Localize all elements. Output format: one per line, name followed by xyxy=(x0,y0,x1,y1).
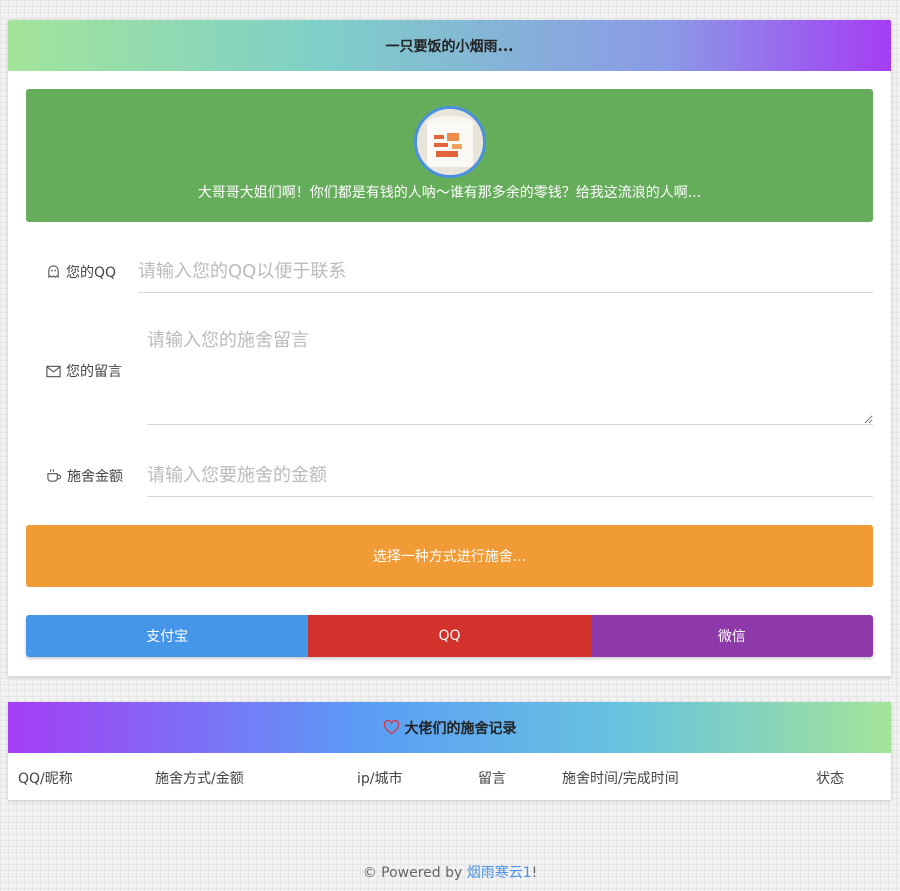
column-method-amount: 施舍方式/金额 xyxy=(155,771,244,787)
alipay-button-label: 支付宝 xyxy=(146,629,189,645)
amount-label: 施舍金额 xyxy=(46,454,123,497)
records-panel: 大佬们的施舍记录 QQ/昵称 施舍方式/金额 ip/城市 留言 施舍时间/完成时… xyxy=(8,702,891,800)
ghost-icon xyxy=(48,265,59,278)
donation-panel: 一只要饭的小烟雨... 大哥哥大姐们啊！你们都是有钱的人呐～谁有那多余的零钱？给… xyxy=(8,20,891,676)
records-header: 大佬们的施舍记录 xyxy=(8,702,891,753)
footer-author-link[interactable]: 烟雨寒云1 xyxy=(467,865,532,881)
column-qq-nickname: QQ/昵称 xyxy=(18,771,73,787)
wechat-pay-button-label: 微信 xyxy=(717,629,746,645)
greeting-banner: 大哥哥大姐们啊！你们都是有钱的人呐～谁有那多余的零钱？给我这流浪的人啊... xyxy=(26,89,873,222)
mug-photo-icon xyxy=(413,106,486,178)
amount-label-text: 施舍金额 xyxy=(67,468,123,485)
records-title: 大佬们的施舍记录 xyxy=(404,720,517,737)
amount-input[interactable] xyxy=(147,454,873,497)
qq-input[interactable] xyxy=(138,250,873,293)
wechat-pay-button[interactable]: 微信 xyxy=(590,615,873,657)
column-status: 状态 xyxy=(816,771,844,787)
envelope-icon xyxy=(46,365,61,377)
message-input[interactable] xyxy=(147,317,873,425)
footer: © Powered by 烟雨寒云1! xyxy=(0,862,900,882)
qq-label-text: 您的QQ xyxy=(66,264,117,281)
qq-pay-button-label: QQ xyxy=(438,628,461,644)
payment-buttons: 支付宝 QQ 微信 xyxy=(26,615,873,657)
alipay-button[interactable]: 支付宝 xyxy=(26,615,309,657)
column-time: 施舍时间/完成时间 xyxy=(562,771,679,787)
column-ip-city: ip/城市 xyxy=(357,771,403,787)
qq-label: 您的QQ xyxy=(46,250,116,293)
records-table-header: QQ/昵称 施舍方式/金额 ip/城市 留言 施舍时间/完成时间 状态 xyxy=(8,753,891,800)
column-message: 留言 xyxy=(478,771,506,787)
heart-icon xyxy=(383,720,399,735)
coffee-cup-icon xyxy=(47,469,62,482)
qq-pay-button[interactable]: QQ xyxy=(308,615,591,657)
panel-header: 一只要饭的小烟雨... xyxy=(8,20,891,71)
page-title: 一只要饭的小烟雨... xyxy=(385,38,514,55)
choose-method-banner: 选择一种方式进行施舍... xyxy=(26,525,873,587)
choose-method-text: 选择一种方式进行施舍... xyxy=(372,549,527,565)
footer-prefix: © Powered by xyxy=(362,865,467,881)
footer-suffix: ! xyxy=(531,865,538,881)
message-label-text: 您的留言 xyxy=(66,364,122,380)
banner-text: 大哥哥大姐们啊！你们都是有钱的人呐～谁有那多余的零钱？给我这流浪的人啊... xyxy=(197,185,702,201)
message-label: 您的留言 xyxy=(46,317,122,425)
